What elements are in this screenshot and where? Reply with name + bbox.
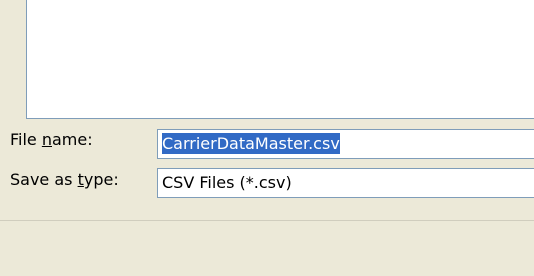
save-as-type-select[interactable]: CSV Files (*.csv) xyxy=(157,168,534,198)
file-list-view[interactable] xyxy=(26,0,534,119)
save-as-type-value: CSV Files (*.csv) xyxy=(162,173,292,192)
file-name-label-post: ame: xyxy=(52,130,93,149)
save-as-type-label-post: ype: xyxy=(83,170,119,189)
save-dialog: File name: CarrierDataMaster.csv Save as… xyxy=(0,0,534,276)
file-name-label-pre: File xyxy=(10,130,42,149)
save-as-type-label-pre: Save as xyxy=(10,170,78,189)
file-name-label-mnemonic: n xyxy=(41,130,52,149)
divider xyxy=(0,220,534,221)
file-name-value: CarrierDataMaster.csv xyxy=(162,133,340,154)
file-name-field[interactable]: CarrierDataMaster.csv xyxy=(157,129,534,159)
file-name-label: File name: xyxy=(10,130,93,149)
save-as-type-label: Save as type: xyxy=(10,170,119,189)
